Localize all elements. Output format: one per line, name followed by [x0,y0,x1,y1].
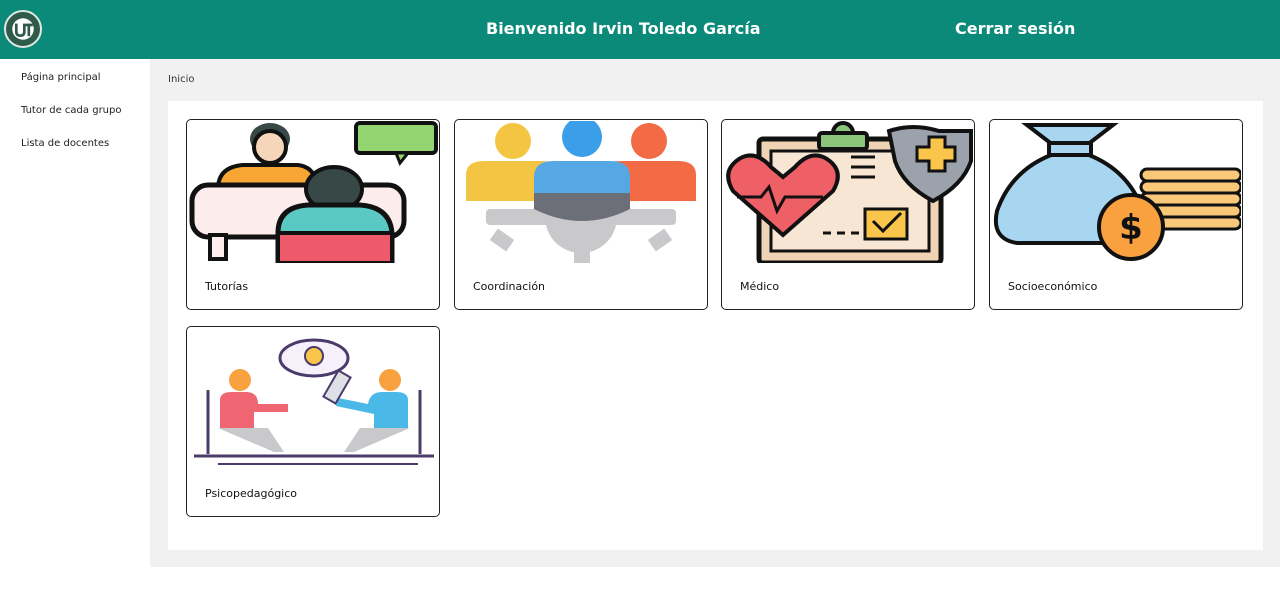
tutoring-icon [188,121,438,263]
money-bag-coins-icon: $ [991,121,1241,263]
sidebar: Página principal Tutor de cada grupo Lis… [0,59,150,591]
coordination-team-gear-icon [456,121,706,263]
sidebar-item-teachers-list[interactable]: Lista de docentes [21,138,109,149]
sidebar-item-home[interactable]: Página principal [21,72,101,83]
counseling-conversation-icon [188,328,438,470]
logout-link[interactable]: Cerrar sesión [955,19,1075,38]
module-label: Médico [740,280,780,293]
module-card-tutorias[interactable]: Tutorías [186,119,440,310]
modules-panel: Tutorías Coordinación Médico $ Socioecon… [168,101,1263,550]
module-label: Coordinación [473,280,546,293]
module-label: Socioeconómico [1008,280,1098,293]
module-card-medico[interactable]: Médico [721,119,975,310]
top-bar: Bienvenido Irvin Toledo García Cerrar se… [0,0,1280,59]
module-card-socioeconomico[interactable]: $ Socioeconómico [989,119,1243,310]
module-card-psicopedagogico[interactable]: Psicopedagógico [186,326,440,517]
main-content: Inicio Tutorías Coordinación Médico $ So… [150,59,1280,567]
ut-logo-icon[interactable] [4,10,42,48]
medical-clipboard-heart-icon [723,121,973,263]
module-label: Tutorías [205,280,249,293]
module-label: Psicopedagógico [205,487,298,500]
svg-text:$: $ [1119,208,1143,248]
sidebar-item-group-tutors[interactable]: Tutor de cada grupo [21,105,121,116]
welcome-message: Bienvenido Irvin Toledo García [486,19,761,38]
module-card-coordinacion[interactable]: Coordinación [454,119,708,310]
breadcrumb: Inicio [168,74,195,85]
